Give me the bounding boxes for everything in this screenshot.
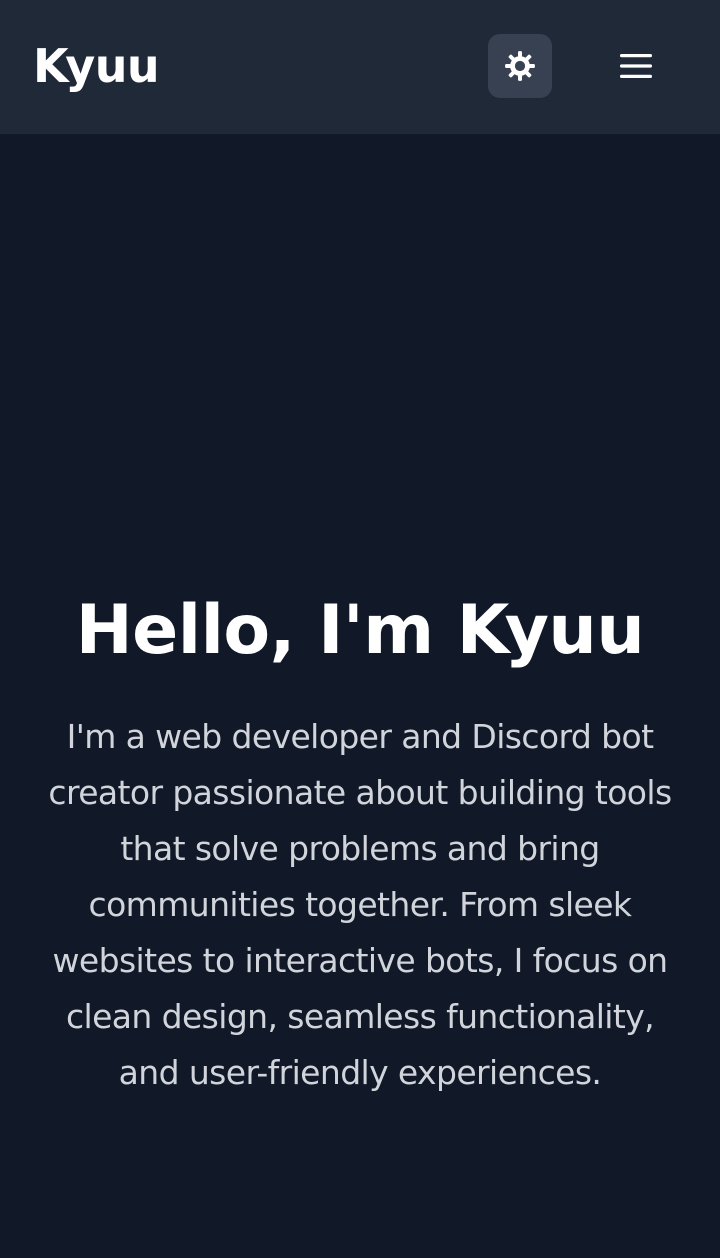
menu-button[interactable]	[604, 34, 668, 98]
hero-description: I'm a web developer and Discord bot crea…	[48, 717, 672, 1092]
hamburger-menu-icon	[620, 54, 652, 78]
site-header: Kyuu	[0, 0, 720, 134]
site-logo[interactable]: Kyuu	[33, 34, 160, 98]
hero-section: Hello, I'm Kyuu I'm a web developer and …	[0, 585, 720, 1101]
theme-toggle-button[interactable]	[488, 34, 552, 98]
hero-title: Hello, I'm Kyuu	[75, 591, 645, 670]
sun-icon	[505, 51, 535, 81]
